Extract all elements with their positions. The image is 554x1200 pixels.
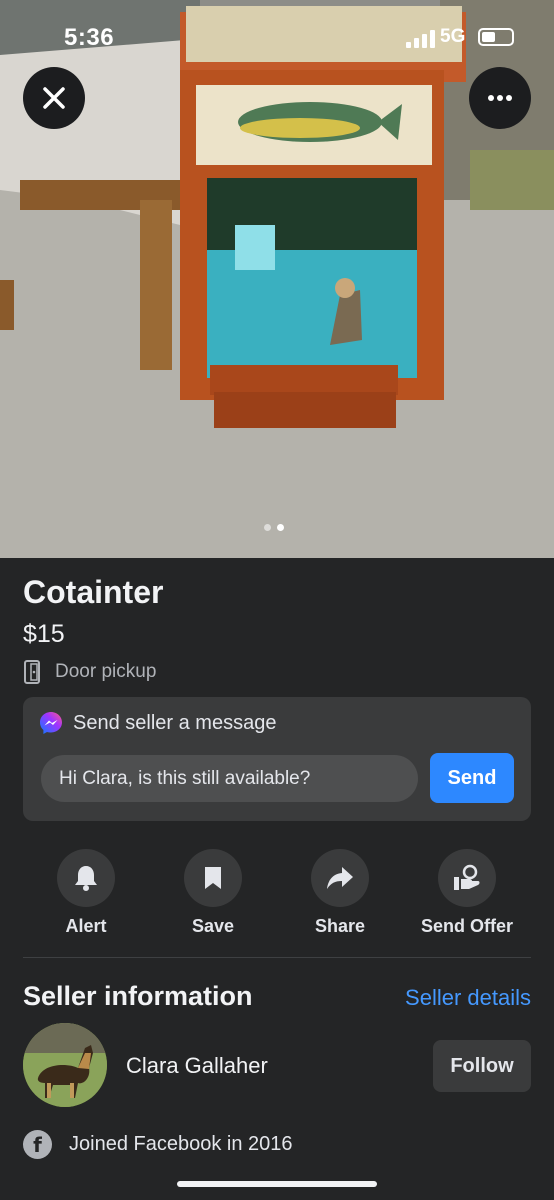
more-horizontal-icon (488, 95, 512, 101)
facebook-icon: f (23, 1130, 52, 1159)
save-label: Save (191, 916, 235, 936)
seller-details-link[interactable]: Seller details (405, 985, 531, 1011)
listing-title: Cotainter (23, 574, 164, 610)
status-bar: 5:36 5G (0, 0, 554, 70)
door-icon (24, 660, 40, 684)
message-header-label: Send seller a message (73, 711, 277, 734)
section-divider (23, 957, 531, 958)
seller-avatar[interactable] (23, 1023, 107, 1107)
alert-button[interactable]: Alert (26, 849, 146, 937)
seller-info-heading: Seller information (23, 981, 253, 1011)
bell-icon (75, 866, 97, 891)
share-button[interactable]: Share (280, 849, 400, 937)
seller-name[interactable]: Clara Gallaher (126, 1053, 268, 1079)
share-circle[interactable] (311, 849, 369, 907)
listing-photo[interactable]: 5:36 5G (0, 0, 554, 558)
save-button[interactable]: Save (153, 849, 273, 937)
avatar-dog-image (23, 1023, 107, 1107)
save-circle[interactable] (184, 849, 242, 907)
joined-info: f Joined Facebook in 2016 (23, 1130, 293, 1159)
pager-dot-active[interactable] (277, 524, 284, 531)
send-offer-label: Send Offer (420, 916, 513, 936)
share-label: Share (314, 916, 366, 936)
pickup-label: Door pickup (55, 661, 157, 682)
pager-dot[interactable] (264, 524, 271, 531)
more-options-button[interactable] (469, 67, 531, 129)
joined-label: Joined Facebook in 2016 (69, 1133, 293, 1155)
listing-photo-image (0, 0, 554, 558)
message-seller-card: Send seller a message Hi Clara, is this … (23, 697, 531, 821)
close-button[interactable] (23, 67, 85, 129)
bookmark-icon (205, 867, 221, 889)
message-input[interactable]: Hi Clara, is this still available? (41, 755, 418, 802)
status-time: 5:36 (64, 24, 115, 51)
follow-button[interactable]: Follow (433, 1040, 531, 1092)
close-icon (43, 87, 65, 109)
offer-icon (454, 864, 480, 890)
listing-price: $15 (23, 620, 65, 648)
signal-icon (406, 30, 435, 48)
send-offer-button[interactable]: Send Offer (407, 849, 527, 937)
pickup-info: Door pickup (23, 660, 156, 684)
network-type: 5G (440, 26, 466, 47)
battery-icon (478, 28, 514, 46)
photo-pager[interactable] (264, 524, 284, 531)
action-bar: Alert Save Share Send Offer (0, 849, 554, 939)
send-offer-circle[interactable] (438, 849, 496, 907)
send-button[interactable]: Send (430, 753, 514, 803)
messenger-icon (40, 712, 62, 734)
message-header: Send seller a message (39, 711, 276, 735)
alert-label: Alert (65, 916, 107, 936)
home-indicator[interactable] (177, 1181, 377, 1187)
share-arrow-icon (327, 867, 353, 889)
alert-circle[interactable] (57, 849, 115, 907)
